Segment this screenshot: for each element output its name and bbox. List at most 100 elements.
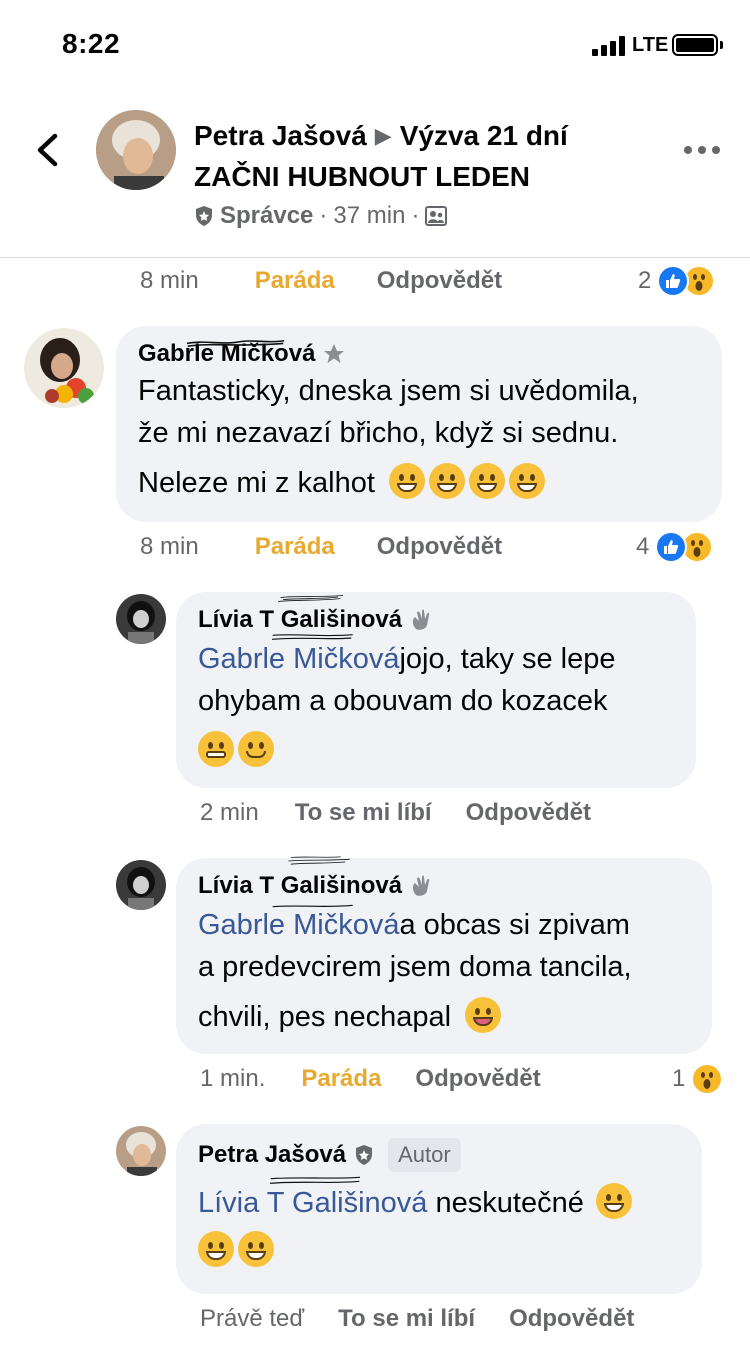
comment-actions: 8 min Paráda Odpovědět (140, 261, 502, 301)
comment-actions: Právě teď To se mi líbí Odpovědět (200, 1299, 634, 1339)
badge-icon (324, 344, 345, 363)
triangle-right-icon: ▶ (374, 123, 392, 148)
like-reaction-icon (655, 531, 688, 563)
comment-actions: 2 min To se mi líbí Odpovědět (200, 793, 591, 833)
comment-bubble: Lívia T Gališinová Gabrle Mičková jojo, t… (176, 592, 696, 788)
chevron-left-icon (37, 133, 58, 167)
comment-line: ohybam a obouvam do kozacek (198, 685, 608, 717)
comment-author[interactable]: Lívia T Gališinová (198, 856, 690, 900)
comment-author[interactable]: Lívia T Gališinová (198, 595, 674, 634)
grinning-emoji-icon (509, 463, 545, 499)
post-meta: Správce · 37 min · (194, 202, 448, 230)
comment-text: Fantasticky, dneska jsem si uvědomila, ž… (138, 370, 700, 504)
author-name: Petra Jašová (198, 1141, 347, 1168)
comment-line: chvili, pes nechapal (198, 1001, 452, 1033)
mention-text: Gabrle Mičková (198, 909, 400, 941)
mention-text: Gabrle Mičková (198, 643, 400, 675)
comment-line: Neleze mi z kalhot (138, 467, 375, 499)
mention-link[interactable]: Gabrle Mičková (198, 634, 400, 680)
sweat-smile-emoji-icon (595, 1183, 632, 1219)
shield-icon (196, 206, 212, 226)
group-name-line2[interactable]: ZAČNI HUBNOUT LEDEN (194, 161, 530, 193)
meta-separator-2: · (411, 202, 420, 229)
comment-line: že mi nezavazí břicho, když si sednu. (138, 417, 619, 449)
smiling-emoji-icon (238, 731, 274, 767)
signal-icon (592, 36, 628, 56)
reaction-count: 1 (672, 1065, 686, 1092)
status-time: 8:22 (62, 28, 121, 59)
comment-time[interactable]: 1 min. (200, 1065, 265, 1093)
commenter-avatar[interactable] (116, 594, 166, 644)
reply-button[interactable]: Odpovědět (509, 1305, 634, 1333)
comment-bubble: Lívia T Gališinová Gabrle Mičková a obcas… (176, 856, 712, 1054)
author-badge: Autor (388, 1138, 461, 1172)
comment-author[interactable]: Gabrle Mičková (138, 339, 700, 368)
comment-bubble: Gabrle Mičková Fantasticky, dneska jsem … (116, 326, 722, 522)
redaction-scribble (269, 1176, 361, 1184)
mention-link[interactable]: Gabrle Mičková (198, 904, 399, 946)
grinning-emoji-icon (469, 463, 505, 499)
battery-icon (672, 34, 718, 56)
redaction-scribble (277, 595, 344, 602)
back-button[interactable] (30, 130, 64, 170)
comment-line: Fantasticky, dneska jsem si uvědomila, (138, 375, 639, 407)
comment-text: Gabrle Mičková jojo, taky se lepe ohybam … (198, 634, 674, 772)
comment-time[interactable]: 8 min (140, 267, 199, 295)
comment-line: neskutečné (435, 1187, 584, 1219)
commenter-avatar[interactable] (116, 860, 166, 910)
comment-text: Lívia T Gališinová neskutečné (198, 1176, 680, 1272)
grinning-emoji-icon (389, 463, 425, 499)
wow-reaction-icon (691, 1063, 724, 1095)
react-button[interactable]: Paráda (301, 1065, 381, 1093)
more-options-button[interactable] (684, 138, 720, 162)
reaction-count: 4 (636, 533, 650, 560)
comment-time[interactable]: 2 min (200, 799, 259, 827)
battery-cap (720, 41, 723, 49)
comment-author[interactable]: Petra Jašová Autor (198, 1138, 680, 1172)
reply-button[interactable]: Odpovědět (377, 267, 502, 295)
group-name[interactable]: Výzva 21 dní (400, 120, 568, 151)
commenter-avatar[interactable] (24, 328, 104, 408)
zany-face-emoji-icon (465, 997, 502, 1033)
comment-actions: 1 min. Paráda Odpovědět (200, 1059, 541, 1099)
reaction-summary[interactable]: 1 (672, 1059, 724, 1099)
like-button[interactable]: To se mi líbí (338, 1305, 475, 1333)
sweat-smile-emoji-icon (198, 1231, 234, 1267)
author-name: Lívia T Gališinová (198, 606, 403, 633)
meta-separator: · (319, 202, 328, 229)
commenter-avatar[interactable] (116, 1126, 166, 1176)
mention-text: Lívia T Gališinová (198, 1187, 428, 1219)
mention-link[interactable]: Lívia T Gališinová (198, 1176, 428, 1224)
wave-hand-icon (412, 875, 430, 896)
react-button[interactable]: Paráda (255, 267, 335, 295)
like-reaction-icon (657, 265, 690, 297)
post-title: Petra Jašová ▶ Výzva 21 dní (194, 120, 568, 152)
reply-button[interactable]: Odpovědět (377, 533, 502, 561)
like-button[interactable]: To se mi líbí (295, 799, 432, 827)
comment-text: Gabrle Mičková a obcas si zpivam a predev… (198, 904, 690, 1038)
redaction-scribble (288, 856, 350, 865)
grimacing-emoji-icon (198, 731, 234, 767)
comment-time[interactable]: Právě teď (200, 1305, 304, 1333)
post-header: Petra Jašová ▶ Výzva 21 dní ZAČNI HUBNOUT … (0, 90, 750, 258)
comment-line: a obcas si zpivam (399, 909, 630, 941)
reaction-summary[interactable]: 4 (636, 527, 714, 567)
author-name: Lívia T Gališinová (198, 872, 403, 899)
author-name: Gabrle Mičková (138, 340, 316, 367)
react-button[interactable]: Paráda (255, 533, 335, 561)
reply-button[interactable]: Odpovědět (415, 1065, 540, 1093)
post-time[interactable]: 37 min (333, 202, 405, 230)
comment-line: jojo, taky se lepe (399, 643, 616, 675)
role-label: Správce (220, 202, 314, 229)
network-type: LTE (632, 34, 669, 56)
reply-button[interactable]: Odpovědět (466, 799, 591, 827)
comment-line: a predevcirem jsem doma tancila, (198, 951, 632, 983)
comment-bubble: Petra Jašová Autor Lívia T Gališinová ne… (176, 1124, 702, 1294)
comment-actions: 8 min Paráda Odpovědět (140, 527, 502, 567)
author-name[interactable]: Petra Jašová (194, 120, 367, 151)
comment-time[interactable]: 8 min (140, 533, 199, 561)
author-avatar[interactable] (96, 110, 176, 190)
shield-icon (356, 1145, 373, 1165)
wave-hand-icon (412, 609, 430, 630)
reaction-summary[interactable]: 2 (638, 261, 716, 301)
